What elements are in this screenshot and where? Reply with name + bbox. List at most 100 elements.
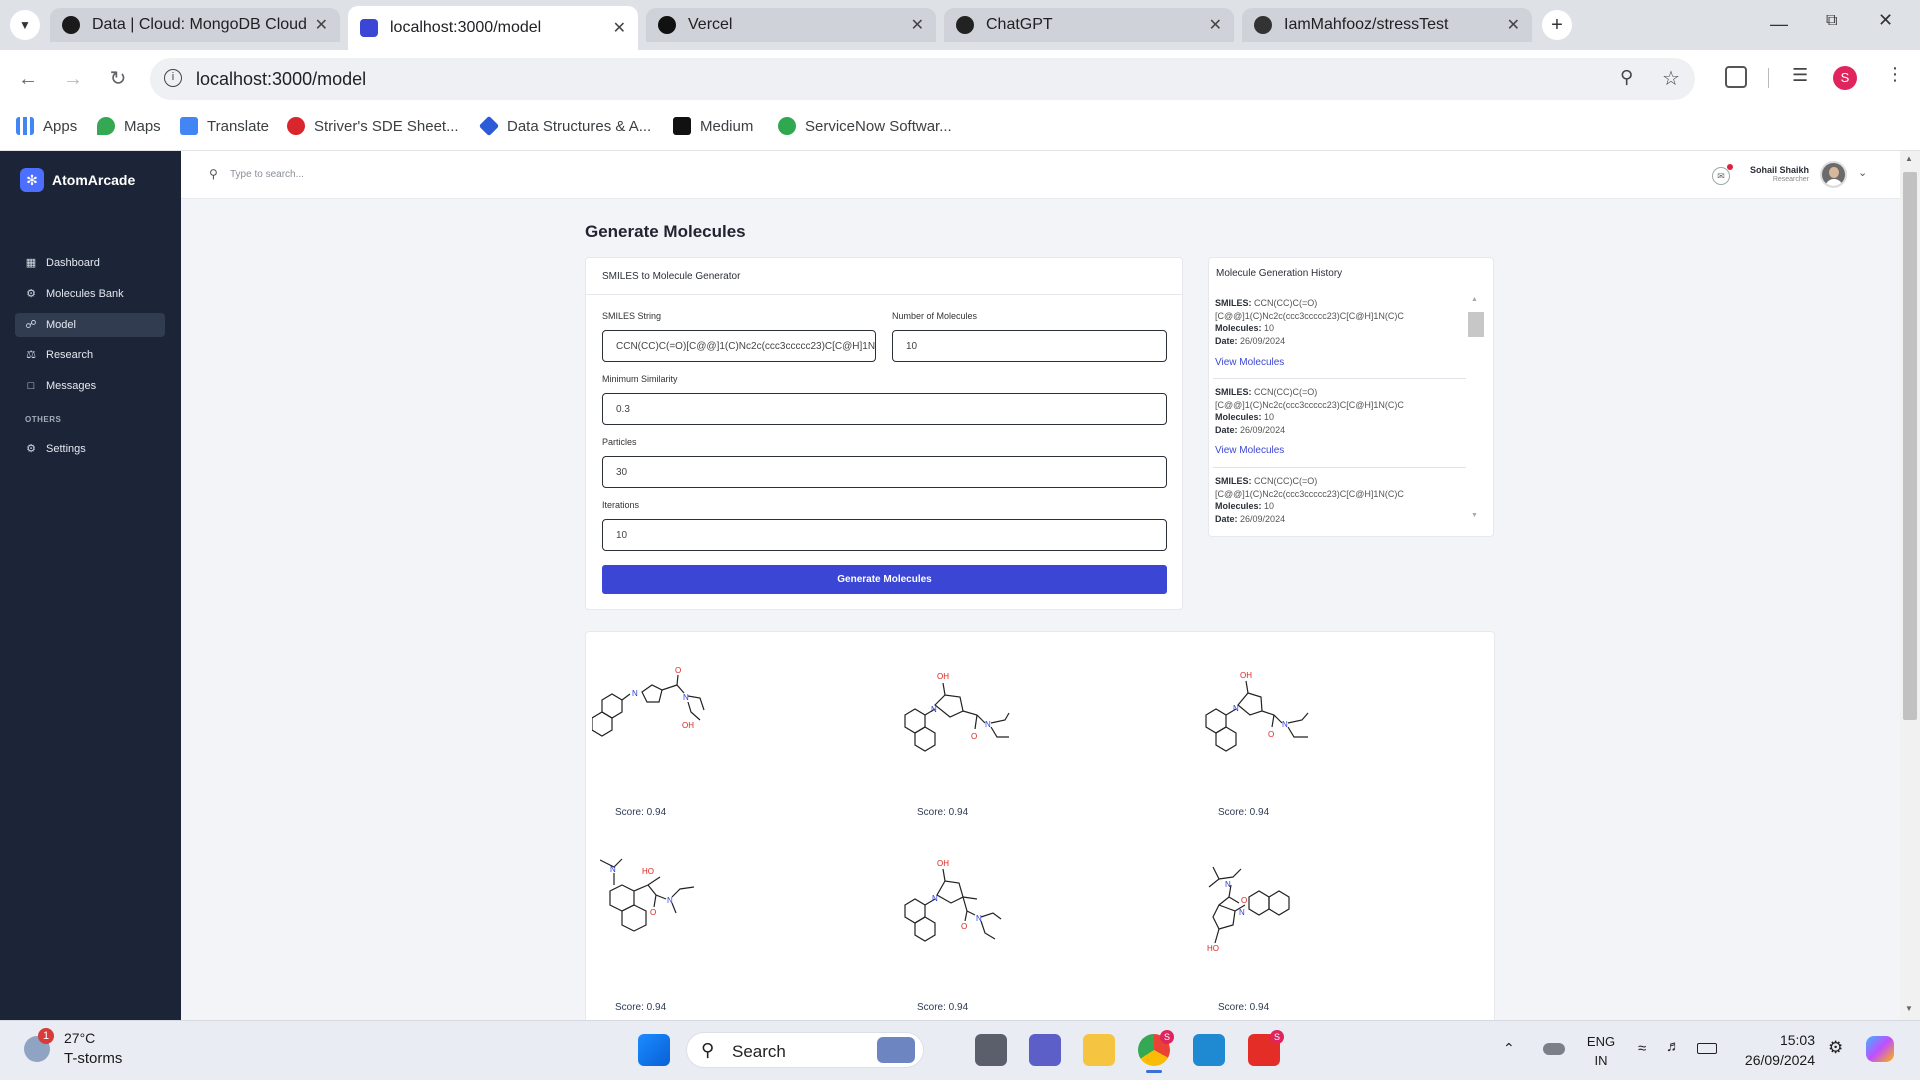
- history-scroll-down[interactable]: ▼: [1471, 512, 1478, 519]
- toolbar-divider: [1768, 68, 1769, 88]
- nav-messages[interactable]: □ Messages: [15, 374, 165, 398]
- new-tab-button[interactable]: +: [1542, 10, 1572, 40]
- history-scroll-thumb[interactable]: [1468, 312, 1484, 337]
- nav-research[interactable]: ⚖ Research: [15, 343, 165, 367]
- smiles-input[interactable]: [602, 330, 876, 362]
- tab-mongodb[interactable]: Data | Cloud: MongoDB Cloud ✕: [50, 8, 340, 42]
- scroll-down-arrow[interactable]: ▼: [1905, 1004, 1913, 1013]
- avatar[interactable]: [1820, 161, 1847, 188]
- num-molecules-input[interactable]: [892, 330, 1167, 362]
- site-info-icon[interactable]: i: [164, 69, 182, 87]
- close-icon[interactable]: ✕: [1209, 15, 1222, 35]
- chevron-down-icon[interactable]: ⌄: [1858, 166, 1867, 179]
- nav-settings[interactable]: ⚙ Settings: [15, 437, 165, 461]
- tuf-icon: [287, 117, 305, 135]
- particles-input[interactable]: [602, 456, 1167, 488]
- bookmark-dsa[interactable]: Data Structures & A...: [478, 115, 651, 137]
- taskbar-search[interactable]: ⚲ Search: [686, 1032, 924, 1068]
- bookmark-maps[interactable]: Maps: [97, 117, 161, 135]
- copilot-icon[interactable]: [1866, 1036, 1894, 1062]
- volume-icon[interactable]: ♬: [1666, 1038, 1681, 1055]
- iterations-input[interactable]: [602, 519, 1167, 551]
- brand-name: AtomArcade: [52, 172, 136, 188]
- date-value: 26/09/2024: [1240, 424, 1286, 435]
- history-scroll-up[interactable]: ▲: [1471, 296, 1478, 303]
- tab-title: Data | Cloud: MongoDB Cloud: [92, 16, 307, 33]
- bookmark-star-icon[interactable]: ☆: [1662, 66, 1680, 91]
- back-button[interactable]: ←: [15, 66, 41, 92]
- molecule-structure-5: OH N O N: [904, 859, 1002, 942]
- brand[interactable]: ✻ AtomArcade: [20, 168, 135, 192]
- bookmark-apps[interactable]: Apps: [16, 117, 77, 135]
- restore-button[interactable]: ⧉: [1826, 12, 1837, 30]
- bookmark-striver[interactable]: Striver's SDE Sheet...: [287, 117, 459, 135]
- close-icon[interactable]: ✕: [315, 15, 328, 35]
- language-indicator[interactable]: ENG IN: [1586, 1032, 1616, 1070]
- file-explorer-icon[interactable]: [1083, 1034, 1115, 1066]
- battery-icon[interactable]: [1697, 1043, 1717, 1054]
- github-icon: [1254, 16, 1272, 34]
- smiles-value-1: CCN(CC)C(=O): [1254, 476, 1318, 486]
- weather-temperature[interactable]: 27°C: [64, 1030, 95, 1046]
- chat-notification-icon[interactable]: ✉: [1712, 167, 1730, 185]
- bookmark-label: Medium: [700, 117, 754, 135]
- scrollbar-thumb[interactable]: [1903, 172, 1917, 720]
- browser-menu-icon[interactable]: ⋮: [1886, 64, 1904, 85]
- view-molecules-link[interactable]: View Molecules: [1215, 445, 1284, 456]
- min-similarity-input[interactable]: [602, 393, 1167, 425]
- task-view-icon[interactable]: [975, 1034, 1007, 1066]
- windows-taskbar: [0, 1020, 1920, 1080]
- close-icon[interactable]: ✕: [1507, 15, 1520, 35]
- tab-search-button[interactable]: ▼: [10, 10, 40, 40]
- weather-condition[interactable]: T-storms: [64, 1050, 122, 1067]
- nav-label: Dashboard: [46, 257, 100, 269]
- bookmark-label: Striver's SDE Sheet...: [314, 117, 459, 135]
- entry-molecules: Molecules: 10: [1215, 411, 1465, 424]
- view-molecules-link[interactable]: View Molecules: [1215, 357, 1284, 368]
- scroll-up-arrow[interactable]: ▲: [1905, 154, 1913, 163]
- molecule-structure-3: OH N O N: [1205, 671, 1309, 752]
- windows-start-icon[interactable]: [638, 1034, 670, 1066]
- search-icon: ⚲: [701, 1040, 715, 1060]
- tab-github[interactable]: IamMahfooz/stressTest ✕: [1242, 8, 1532, 42]
- clock-date[interactable]: 26/09/2024: [1737, 1052, 1815, 1068]
- atom-label: HO: [1207, 944, 1219, 953]
- address-bar[interactable]: i localhost:3000/model ⚲ ☆: [150, 58, 1695, 100]
- nav-dashboard[interactable]: ▦ Dashboard: [15, 251, 165, 275]
- nav-model[interactable]: ☍ Model: [15, 313, 165, 337]
- profile-avatar[interactable]: S: [1833, 66, 1857, 90]
- close-window-button[interactable]: ✕: [1878, 10, 1893, 31]
- minimize-button[interactable]: —: [1770, 14, 1788, 35]
- wifi-icon[interactable]: ≈: [1638, 1040, 1646, 1057]
- bookmark-translate[interactable]: Translate: [180, 117, 269, 135]
- clock-time[interactable]: 15:03: [1765, 1032, 1815, 1048]
- chevron-up-icon[interactable]: ⌃: [1503, 1040, 1515, 1057]
- nav-molecules-bank[interactable]: ⚙ Molecules Bank: [15, 282, 165, 306]
- extensions-icon[interactable]: [1725, 66, 1747, 88]
- generate-molecules-button[interactable]: Generate Molecules: [602, 565, 1167, 594]
- teams-icon[interactable]: [1029, 1034, 1061, 1066]
- onedrive-icon[interactable]: [1543, 1043, 1565, 1055]
- media-controls-icon[interactable]: ☰: [1792, 65, 1808, 86]
- settings-gear-icon[interactable]: ⚙: [1828, 1038, 1843, 1058]
- forward-button[interactable]: →: [60, 66, 86, 92]
- tab-vercel[interactable]: Vercel ✕: [646, 8, 936, 42]
- vscode-icon[interactable]: [1193, 1034, 1225, 1066]
- bookmark-medium[interactable]: Medium: [673, 117, 753, 135]
- history-divider: [1213, 378, 1466, 379]
- mongodb-icon: [62, 16, 80, 34]
- reload-button[interactable]: ↻: [105, 66, 131, 92]
- user-name: Sohail Shaikh: [1749, 165, 1809, 175]
- nav-label: Molecules Bank: [46, 288, 124, 300]
- molecule-structure-1: N OH O N: [592, 666, 705, 737]
- search-input[interactable]: [230, 166, 530, 182]
- date-key: Date:: [1215, 513, 1238, 524]
- close-icon[interactable]: ✕: [911, 15, 924, 35]
- entry-molecules: Molecules: 10: [1215, 322, 1465, 335]
- tab-chatgpt[interactable]: ChatGPT ✕: [944, 8, 1234, 42]
- tab-localhost-model[interactable]: localhost:3000/model ✕: [348, 6, 638, 50]
- history-entry: SMILES: CCN(CC)C(=O) [C@@]1(C)Nc2c(ccc3c…: [1215, 386, 1465, 436]
- bookmark-servicenow[interactable]: ServiceNow Softwar...: [778, 117, 952, 135]
- zoom-icon[interactable]: ⚲: [1620, 67, 1633, 88]
- close-icon[interactable]: ✕: [613, 18, 626, 38]
